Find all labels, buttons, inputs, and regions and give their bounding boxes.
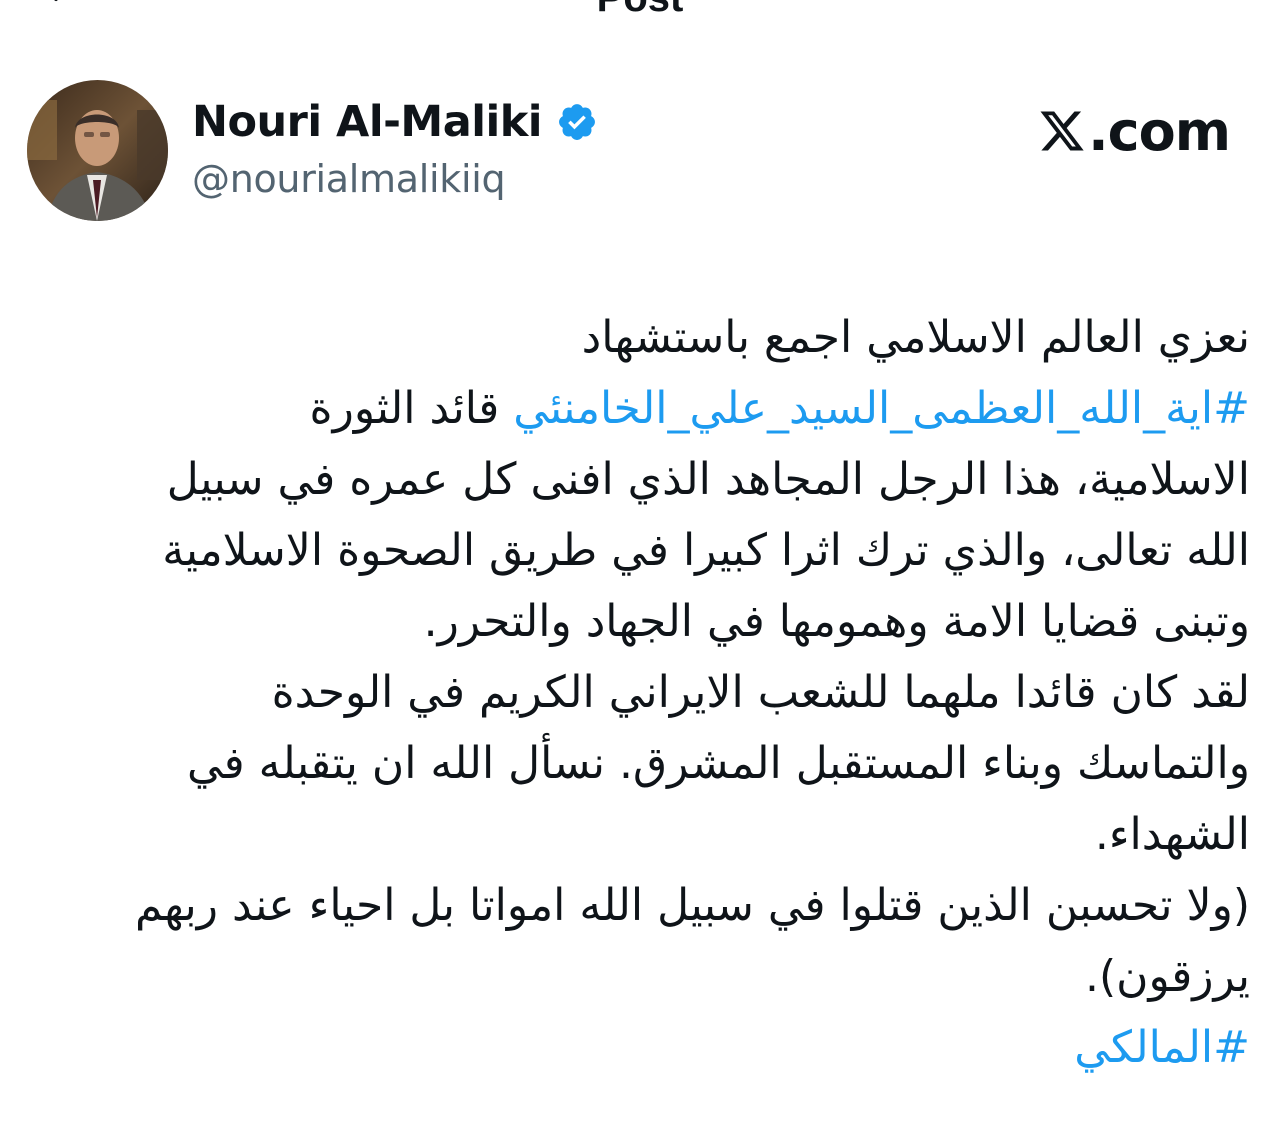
avatar-photo — [27, 80, 168, 221]
tweet-line: وتبنى قضايا الامة وهمومها في الجهاد والت… — [423, 596, 1250, 647]
author-name-row[interactable]: Nouri Al-Maliki — [192, 96, 598, 148]
tweet-line: الله تعالى، والذي ترك اثرا كبيرا في طريق… — [162, 525, 1250, 576]
tweet-text: نعزي العالم الاسلامي اجمع باستشهاد #اية_… — [25, 302, 1250, 1083]
tweet-line: والتماسك وبناء المستقبل المشرق. نسأل الل… — [186, 738, 1250, 789]
x-com-watermark: .com — [1038, 96, 1231, 166]
x-com-text: .com — [1088, 99, 1231, 163]
tweet-line: يرزقون). — [1085, 951, 1250, 1002]
tweet-line: (ولا تحسبن الذين قتلوا في سبيل الله اموا… — [134, 880, 1250, 931]
hashtag-link[interactable]: #المالكي — [1074, 1022, 1250, 1073]
tweet-line: نعزي العالم الاسلامي اجمع باستشهاد — [581, 312, 1250, 363]
top-bar: Post — [0, 0, 1280, 20]
avatar[interactable] — [27, 80, 168, 221]
tweet-line: #اية_الله_العظمى_السيد_علي_الخامنئي قائد… — [309, 383, 1250, 434]
author-handle[interactable]: @nourialmalikiiq — [192, 157, 506, 201]
tweet-line: #المالكي — [25, 1012, 1250, 1083]
tweet-line: الشهداء. — [1094, 809, 1250, 860]
display-name[interactable]: Nouri Al-Maliki — [192, 97, 543, 147]
hashtag-link[interactable]: #اية_الله_العظمى_السيد_علي_الخامنئي — [513, 383, 1250, 434]
verified-badge-icon — [559, 104, 595, 140]
tweet-line: الاسلامية، هذا الرجل المجاهد الذي افنى ك… — [166, 454, 1250, 505]
x-logo-icon — [1040, 111, 1084, 151]
tweet-line: لقد كان قائدا ملهما للشعب الايراني الكري… — [271, 667, 1250, 718]
page-title: Post — [0, 0, 1280, 18]
